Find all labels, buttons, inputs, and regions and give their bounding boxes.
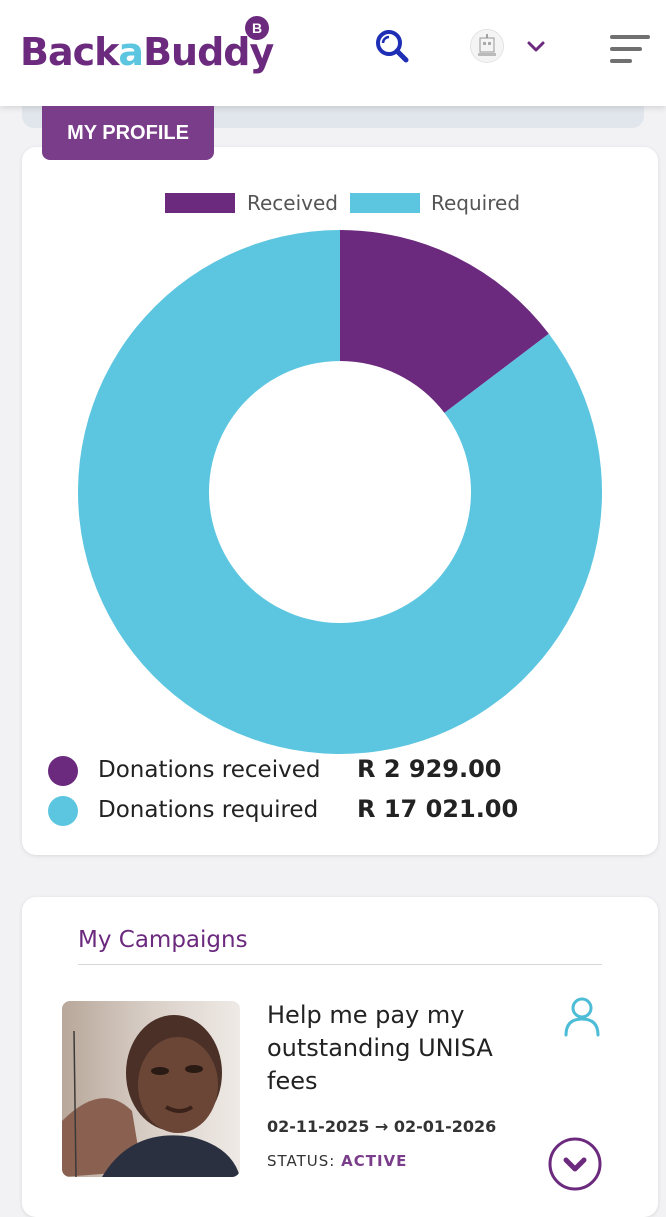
backabuddy-logo[interactable]: BackaBuddy [20, 30, 274, 74]
divider [78, 964, 602, 965]
my-profile-tab[interactable]: MY PROFILE [42, 106, 214, 160]
my-campaigns-title: My Campaigns [78, 927, 248, 953]
campaign-photo[interactable] [62, 1001, 240, 1177]
legend-label-received: Received [247, 191, 338, 215]
donations-required-label: Donations required [98, 797, 319, 823]
avatar[interactable] [470, 29, 504, 63]
account-menu-toggle[interactable] [523, 36, 549, 58]
hamburger-menu-button[interactable] [608, 32, 652, 66]
chevron-down-circle-icon [548, 1137, 602, 1191]
top-header: BackaBuddy B [0, 0, 666, 106]
campaign-status: STATUS: ACTIVE [267, 1152, 407, 1170]
search-button[interactable] [372, 26, 412, 66]
required-color-dot [48, 796, 78, 826]
user-icon [564, 997, 600, 1037]
chevron-down-icon [527, 41, 545, 52]
my-campaigns-card: My Campaigns Help me pay my outstanding … [22, 897, 658, 1217]
status-badge: ACTIVE [341, 1152, 408, 1170]
campaign-photo-image [62, 1001, 240, 1177]
avatar-image [471, 30, 503, 62]
legend-label-required: Required [431, 191, 521, 215]
status-label: STATUS: [267, 1152, 336, 1170]
campaign-dates: 02-11-2025 → 02-01-2026 [267, 1117, 497, 1136]
campaign-user-button[interactable] [562, 995, 602, 1037]
legend-swatch-required [350, 193, 420, 213]
logo-badge: B [245, 16, 269, 40]
campaign-expand-button[interactable] [548, 1137, 602, 1191]
donations-received-label: Donations received [98, 757, 321, 783]
received-color-dot [48, 756, 78, 786]
search-icon [376, 30, 409, 63]
donations-received-value: R 2 929.00 [357, 755, 502, 783]
donations-chart-card: Received Required Donations received R 2… [22, 147, 658, 855]
logo-text-a: a [118, 30, 144, 74]
menu-icon [610, 35, 650, 63]
legend-swatch-received [165, 193, 235, 213]
campaign-title-link[interactable]: Help me pay my outstanding UNISA fees [267, 999, 537, 1098]
donations-donut-chart [78, 230, 602, 754]
donations-required-value: R 17 021.00 [357, 795, 519, 823]
logo-text-back: Back [20, 30, 119, 74]
